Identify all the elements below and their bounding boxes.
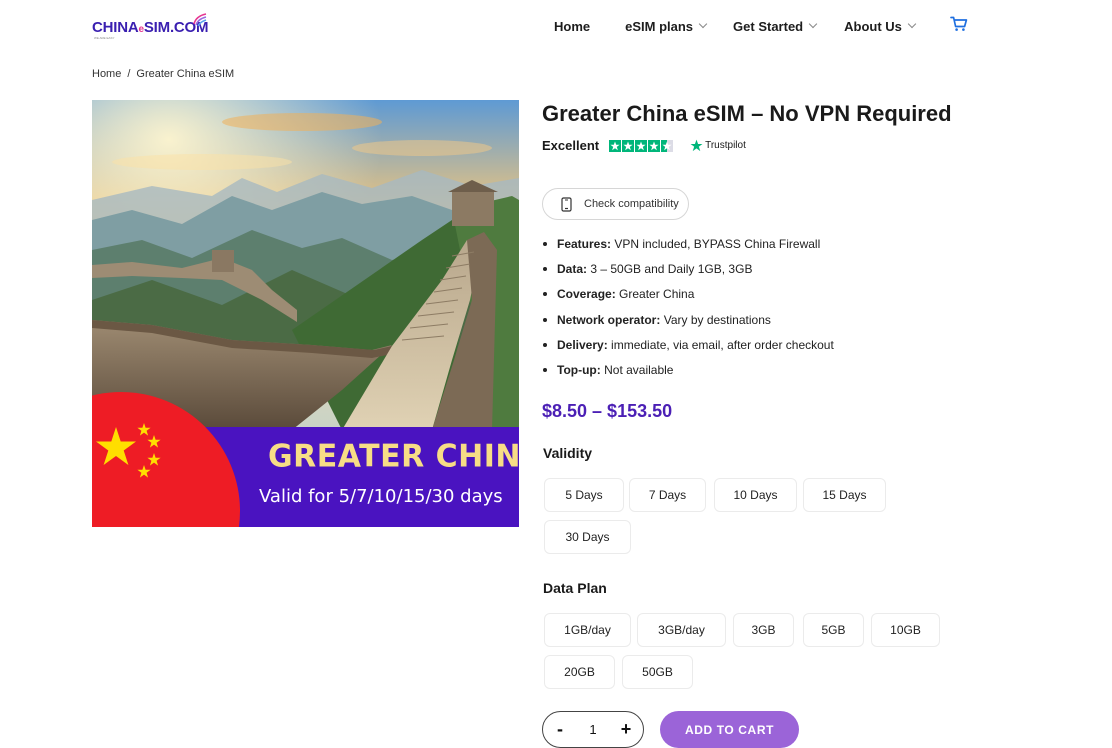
product-image[interactable]: GREATER CHINA Valid for 5/7/10/15/30 day… (92, 100, 519, 527)
quantity-decrease-button[interactable]: - (553, 719, 567, 740)
nav-esim-plans-label: eSIM plans (625, 18, 694, 34)
breadcrumb-home[interactable]: Home (92, 68, 121, 80)
data-plan-option-1gb-day[interactable]: 1GB/day (544, 613, 631, 647)
check-compatibility-button[interactable]: Check compatibility (542, 188, 689, 220)
rating-label: Excellent (542, 138, 600, 153)
validity-option-5-days[interactable]: 5 Days (544, 478, 624, 512)
product-title: Greater China eSIM – No VPN Required (542, 101, 952, 126)
feature-value: Greater China (619, 287, 695, 302)
feature-label: Data: (557, 262, 588, 277)
nav-about-us[interactable]: About Us (844, 18, 917, 34)
trustpilot-logo: Trustpilot (690, 139, 746, 152)
feature-item: Delivery: immediate, via email, after or… (542, 337, 834, 362)
quantity-input[interactable]: 1 (589, 722, 596, 737)
data-plan-option-3gb-day[interactable]: 3GB/day (637, 613, 726, 647)
star-half-icon (661, 139, 674, 152)
breadcrumb-current: Greater China eSIM (136, 68, 235, 80)
data-plan-label: Data Plan (543, 580, 607, 596)
trustpilot-label: Trustpilot (705, 140, 746, 151)
china-flag-stars-icon (96, 423, 161, 478)
feature-label: Features: (557, 237, 612, 251)
feature-label: Network operator: (557, 312, 661, 327)
feature-value: immediate, via email, after order checko… (611, 337, 834, 352)
phone-icon (561, 196, 572, 212)
chevron-down-icon (808, 19, 818, 29)
price-range: $8.50 – $153.50 (542, 401, 673, 421)
site-logo[interactable]: CHINAeSIM.COM WE ARE EASY (92, 12, 212, 40)
feature-value: 3 – 50GB and Daily 1GB, 3GB (590, 262, 753, 277)
quantity-stepper: - 1 + (542, 711, 644, 748)
feature-value: VPN included, BYPASS China Firewall (614, 237, 821, 251)
logo-tagline: WE ARE EASY (94, 36, 115, 40)
nav-about-us-label: About Us (844, 18, 902, 34)
feature-item: Top-up: Not available (542, 362, 834, 387)
star-icon (648, 139, 661, 152)
trustpilot-rating[interactable]: Excellent Trustpilot (542, 138, 746, 153)
nav-esim-plans[interactable]: eSIM plans (625, 18, 708, 34)
feature-item: Coverage: Greater China (542, 286, 834, 311)
data-plan-option-50gb[interactable]: 50GB (622, 655, 693, 689)
nav-home[interactable]: Home (554, 19, 590, 34)
feature-value: Not available (604, 362, 674, 377)
breadcrumb: Home / Greater China eSIM (92, 68, 234, 80)
feature-item: Network operator: Vary by destinations (542, 312, 834, 337)
feature-value: Vary by destinations (663, 312, 771, 327)
star-icon (635, 139, 648, 152)
cart-icon[interactable] (950, 16, 968, 32)
check-compatibility-label: Check compatibility (584, 198, 679, 210)
feature-label: Coverage: (557, 287, 616, 302)
data-plan-option-3gb[interactable]: 3GB (733, 613, 794, 647)
chevron-down-icon (698, 19, 708, 29)
validity-option-7-days[interactable]: 7 Days (629, 478, 706, 512)
product-image-title: GREATER CHINA (268, 438, 519, 475)
feature-label: Top-up: (557, 362, 601, 377)
nav-get-started-label: Get Started (733, 18, 804, 34)
feature-item: Data: 3 – 50GB and Daily 1GB, 3GB (542, 261, 834, 286)
validity-option-15-days[interactable]: 15 Days (803, 478, 886, 512)
data-plan-option-20gb[interactable]: 20GB (544, 655, 615, 689)
star-icon (609, 139, 622, 152)
product-image-subtitle: Valid for 5/7/10/15/30 days (259, 486, 503, 507)
chevron-down-icon (907, 19, 917, 29)
feature-label: Delivery: (557, 337, 608, 352)
main-nav: Home eSIM plans Get Started About Us (554, 18, 917, 34)
data-plan-option-10gb[interactable]: 10GB (871, 613, 940, 647)
validity-option-30-days[interactable]: 30 Days (544, 520, 631, 554)
nav-get-started[interactable]: Get Started (733, 18, 818, 34)
quantity-increase-button[interactable]: + (619, 719, 633, 740)
add-to-cart-button[interactable]: ADD TO CART (660, 711, 799, 748)
logo-text-main: CHINA (92, 19, 139, 36)
validity-label: Validity (543, 445, 593, 461)
feature-item: Features: VPN included, BYPASS China Fir… (542, 236, 834, 261)
signal-wave-icon (193, 13, 207, 26)
star-icon (622, 139, 635, 152)
data-plan-option-5gb[interactable]: 5GB (803, 613, 864, 647)
feature-list: Features: VPN included, BYPASS China Fir… (542, 236, 834, 387)
nav-home-label: Home (554, 18, 591, 34)
trustpilot-star-icon (690, 139, 703, 152)
validity-option-10-days[interactable]: 10 Days (714, 478, 797, 512)
rating-stars (609, 139, 674, 152)
breadcrumb-separator: / (127, 68, 131, 80)
